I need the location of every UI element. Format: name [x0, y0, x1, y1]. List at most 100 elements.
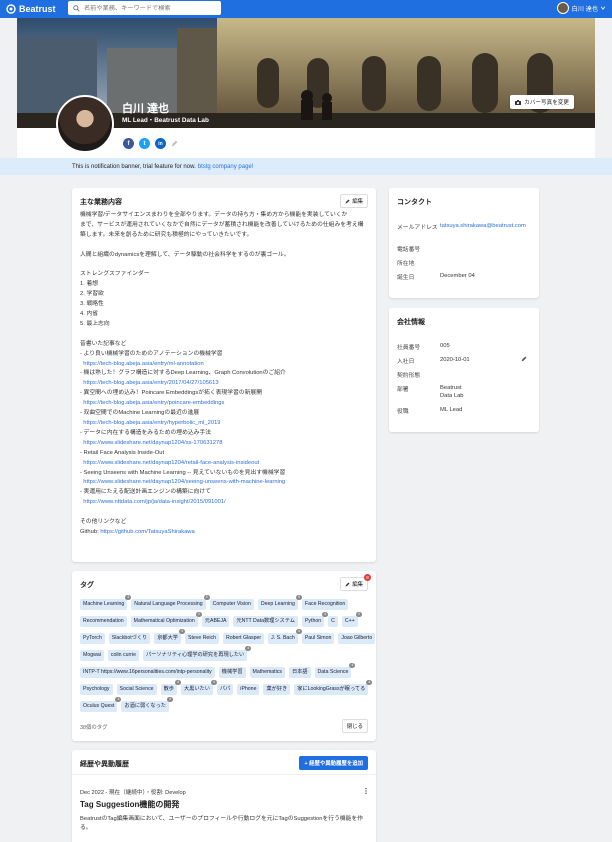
- contact-label: 電話番号: [397, 247, 421, 253]
- work-line: 4. 内省: [80, 311, 99, 318]
- tag-chip[interactable]: Slackbotづくり: [108, 633, 151, 644]
- banner-link[interactable]: btstg company page!: [198, 164, 254, 170]
- search-box[interactable]: [68, 1, 221, 15]
- tag-chip[interactable]: Mathematics: [249, 667, 285, 678]
- contact-row: 誕生日 December 04: [397, 272, 530, 281]
- history-title: 経歴や異動履歴: [80, 761, 129, 768]
- tag-chip[interactable]: Mogwai: [80, 650, 104, 661]
- change-cover-button[interactable]: カバー写真を変更: [510, 95, 574, 109]
- contact-value[interactable]: tatsuya.shirakawa@beatrust.com: [440, 222, 530, 231]
- edit-hire-date-icon[interactable]: [521, 356, 527, 362]
- tag-chip[interactable]: J. S. Bach 4: [268, 629, 302, 644]
- work-line: - 機は熟した！グラフ構造に対するDeep Learning、Graph Con…: [80, 370, 286, 377]
- change-cover-label: カバー写真を変更: [524, 100, 569, 106]
- work-line: - Retail Face Analysis Inside-Out: [80, 449, 165, 456]
- tag-chip[interactable]: 大黒いたい 4: [180, 680, 217, 695]
- tag-chip[interactable]: お酒に弱くなった 4: [121, 697, 173, 712]
- edit-pencil-icon[interactable]: [171, 140, 178, 147]
- tag-chip[interactable]: colin currie: [107, 650, 139, 661]
- work-link[interactable]: https://tech-blog.abeja.asia/entry/poinc…: [80, 399, 370, 409]
- work-line: - 異空間への埋め込み！Poincare Embeddingsが拓く表現学習の新…: [80, 390, 262, 397]
- tag-chip[interactable]: iPhone: [237, 684, 260, 695]
- github-link[interactable]: https://github.com/TatsuyaShirakawa: [100, 529, 194, 535]
- user-menu[interactable]: 白川 達也: [556, 2, 606, 14]
- tag-chip[interactable]: Natural Language Processing 4: [131, 595, 210, 610]
- tag-chip[interactable]: Paul Simon: [301, 633, 335, 644]
- work-line: - データに内在する構造をみるための埋め込み手法: [80, 429, 212, 436]
- tag-chip[interactable]: 日本語: [288, 667, 311, 678]
- company-label: 契約形態: [397, 373, 421, 379]
- work-line: [80, 261, 370, 271]
- contact-title: コンタクト: [397, 199, 432, 206]
- work-link[interactable]: https://tech-blog.abeja.asia/entry/2017/…: [80, 379, 370, 389]
- facebook-icon[interactable]: f: [123, 138, 134, 149]
- twitter-icon[interactable]: t: [139, 138, 150, 149]
- top-nav: Beatrust 白川 達也: [0, 0, 612, 18]
- tag-endorse-count: 4: [366, 680, 373, 685]
- work-line: 人間と組織のdynamicsを理解して、データ駆動の社会科学をするのが裏ゴール。: [80, 251, 290, 258]
- tag-chip[interactable]: 元ABEJA: [201, 616, 230, 627]
- more-options-icon[interactable]: [364, 787, 368, 795]
- tag-endorse-count: 4: [349, 663, 356, 668]
- company-value: [440, 370, 530, 379]
- work-link[interactable]: https://tech-blog.abeja.asia/entry/ml-an…: [80, 360, 370, 370]
- tag-chip[interactable]: Computer Vision: [209, 599, 254, 610]
- brand-logo[interactable]: Beatrust: [6, 4, 56, 14]
- tag-endorse-count: 4: [295, 595, 302, 600]
- tag-chip[interactable]: Steve Reich: [184, 633, 219, 644]
- beatrust-logo-icon: [6, 4, 16, 14]
- company-value: Beatrust Data Lab: [440, 385, 464, 399]
- contact-card: コンタクト メールアドレス tatsuya.shirakawa@beatrust.…: [389, 188, 539, 298]
- tag-chip[interactable]: Machine Learning 4: [80, 595, 132, 610]
- company-label: 部署: [397, 387, 409, 393]
- work-link[interactable]: https://www.nttdata.com/jp/ja/data-insig…: [80, 498, 370, 508]
- contact-value: [440, 244, 530, 253]
- search-input[interactable]: [84, 4, 214, 12]
- work-link[interactable]: https://www.slideshare.net/daynap1204/ss…: [80, 439, 370, 449]
- tags-card: タグ 編集 8 Machine Learning 4 Natural Languag…: [72, 571, 376, 741]
- profile-role: ML Lead・Beatrust Data Lab: [122, 117, 209, 124]
- tag-chip[interactable]: Face Recognition: [301, 599, 349, 610]
- work-link[interactable]: https://www.slideshare.net/daynap1204/se…: [80, 478, 370, 488]
- tag-chip[interactable]: 機械学習: [218, 667, 246, 678]
- company-row: 役職 ML Lead: [397, 406, 530, 415]
- tag-chip[interactable]: 散歩 4: [160, 680, 181, 695]
- tag-chip[interactable]: Psychology: [80, 684, 113, 695]
- tag-chip[interactable]: Robert Glasper: [222, 633, 265, 644]
- tags-close-button[interactable]: 閉じる: [341, 719, 368, 733]
- tag-chip[interactable]: PyTorch: [80, 633, 105, 644]
- chevron-down-icon: [600, 6, 606, 10]
- tags-edit-button[interactable]: 編集 8: [340, 574, 371, 591]
- tag-chip[interactable]: Oculus Quest 4: [80, 697, 122, 712]
- add-history-button[interactable]: + 経歴や異動履歴を追加: [299, 756, 368, 770]
- tag-chip[interactable]: C++ 4: [341, 612, 362, 627]
- tag-chip[interactable]: Mathematical Optimization 4: [130, 612, 202, 627]
- contact-row: メールアドレス tatsuya.shirakawa@beatrust.com: [397, 222, 530, 231]
- tag-chip[interactable]: Python 4: [301, 612, 329, 627]
- work-line: 昔書いた記事など: [80, 340, 127, 347]
- tag-chip[interactable]: パーソナリティ心理学の研究を再現したい 4: [142, 646, 252, 661]
- linkedin-icon[interactable]: in: [155, 138, 166, 149]
- work-link[interactable]: https://tech-blog.abeja.asia/entry/hyper…: [80, 419, 370, 429]
- tag-chip[interactable]: Social Science: [116, 684, 157, 695]
- tag-chip[interactable]: 菓が好き: [263, 684, 291, 695]
- work-line: 1. 着想: [80, 281, 99, 288]
- tag-endorse-count: 4: [166, 697, 173, 702]
- tag-chip[interactable]: 元NTT Data数理システム: [233, 616, 298, 627]
- brand-name: Beatrust: [19, 4, 56, 14]
- tag-chip[interactable]: 家にLookingGrassが眠ってる 4: [294, 680, 373, 695]
- work-edit-button[interactable]: 編集: [340, 194, 368, 208]
- tag-chip[interactable]: 京都大学 4: [154, 629, 185, 644]
- tag-chip[interactable]: C: [328, 616, 338, 627]
- tag-chip[interactable]: Deep Learning 4: [257, 595, 302, 610]
- contact-label: 所在地: [397, 261, 415, 267]
- tag-chip[interactable]: Data Science 4: [314, 663, 356, 678]
- tag-chip[interactable]: パパ: [216, 684, 234, 695]
- tag-chip[interactable]: Joao Gilberto: [338, 633, 376, 644]
- tag-chip[interactable]: INTP-T https://www.16personalities.com/i…: [80, 667, 215, 678]
- company-row: 契約形態: [397, 370, 530, 379]
- tag-chip[interactable]: Recommendation: [80, 616, 127, 627]
- work-link[interactable]: https://www.slideshare.net/daynap1204/re…: [80, 459, 370, 469]
- tag-endorse-count: 4: [245, 646, 252, 651]
- work-line: ストレングスファインダー: [80, 271, 150, 278]
